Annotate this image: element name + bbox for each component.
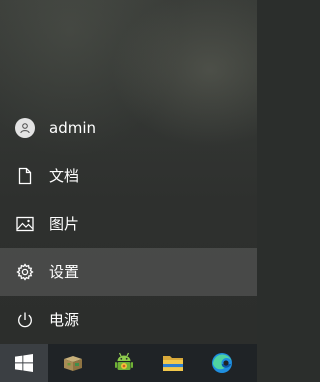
picture-icon [15,214,35,234]
start-menu-user-item[interactable]: admin [0,104,257,152]
android-app-icon [114,352,134,374]
power-label: 电源 [49,311,80,329]
user-name-label: admin [49,119,96,137]
documents-label: 文档 [49,167,80,185]
start-menu-documents-item[interactable]: 文档 [0,152,257,200]
file-explorer-icon [162,353,184,373]
start-menu-power-item[interactable]: 电源 [0,296,257,344]
document-icon [15,166,35,186]
gear-icon [15,262,35,282]
taskbar-store-button[interactable] [49,344,97,382]
windows-logo-icon [15,354,33,372]
edge-browser-icon [211,352,233,374]
taskbar-edge-button[interactable] [198,344,246,382]
taskbar-android-button[interactable] [100,344,148,382]
start-menu-pictures-item[interactable]: 图片 [0,200,257,248]
user-avatar-icon [15,118,35,138]
start-menu-settings-item[interactable]: 设置 [0,248,257,296]
store-box-icon [62,353,84,373]
settings-label: 设置 [49,263,80,281]
start-menu: admin 文档 图片 设置 电源 [0,0,257,344]
taskbar [0,344,257,382]
power-icon [15,310,35,330]
pictures-label: 图片 [49,215,80,233]
start-button[interactable] [0,344,48,382]
taskbar-file-explorer-button[interactable] [149,344,197,382]
